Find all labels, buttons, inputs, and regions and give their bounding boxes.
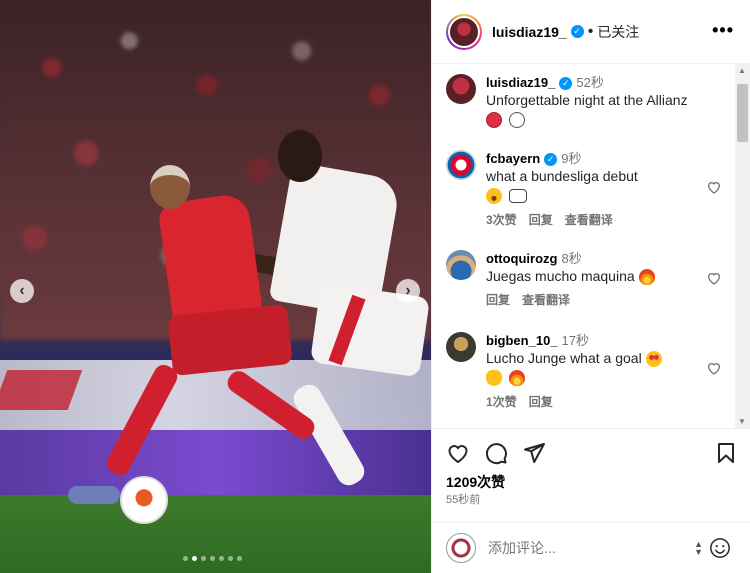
pointing-hand-icon [509,188,528,203]
avatar[interactable] [446,250,476,280]
comment-input[interactable] [488,540,668,556]
white-circle-icon [509,111,526,128]
viewer-avatar [446,533,476,563]
verified-badge-icon: ✓ [544,153,558,167]
red-circle-icon [486,111,502,128]
clapping-hands-icon [486,370,502,387]
fire-icon [638,269,655,286]
carousel-dot [210,556,215,561]
resize-stepper-icon[interactable]: ▲ ▼ [694,540,703,557]
comment-text: Lucho Junge what a goal [486,350,642,366]
action-bar [432,428,750,474]
scrollbar-thumb[interactable] [737,84,748,142]
separator-dot: • [587,22,594,40]
avatar[interactable] [446,74,476,104]
verified-badge-icon: ✓ [570,25,584,38]
comment-time: 52秒 [576,75,604,90]
author-avatar[interactable] [446,13,482,50]
carousel-dot [192,556,197,561]
comment-icon[interactable] [484,441,508,465]
comment-text: Juegas mucho maquina [486,268,635,284]
carousel-dots [183,556,242,561]
bookmark-icon[interactable] [714,441,738,465]
comment-username[interactable]: fcbayern [486,151,540,166]
post-time: 55秒前 [446,494,481,506]
scroll-down-arrow-icon[interactable]: ▼ [738,417,746,426]
carousel-dot [183,556,188,561]
star-struck-icon [645,351,662,368]
see-translation-button[interactable]: 查看翻译 [565,213,613,227]
heart-icon[interactable] [706,360,722,376]
comment-text: what a bundesliga debut [486,168,638,184]
carousel-prev-button[interactable]: ‹ [10,279,34,303]
like-count[interactable]: 1次赞 [486,395,517,409]
comment-time: 17秒 [561,333,589,348]
carousel-dot [219,556,224,561]
fire-icon [509,370,526,387]
reply-button[interactable]: 回复 [486,293,510,307]
post-photo: ‹ › [0,0,431,573]
comment-username[interactable]: ottoquirozg [486,251,557,266]
post-header: luisdiaz19_ ✓ • 已关注 ••• [432,0,750,64]
following-button[interactable]: 已关注 [597,22,639,42]
verified-badge-icon: ✓ [559,77,573,91]
carousel-next-button[interactable]: › [396,279,420,303]
carousel-dot [228,556,233,561]
carousel-dot [237,556,242,561]
comment-text: Unforgettable night at the Allianz [486,92,688,108]
football [120,476,168,524]
comment-time: 9秒 [561,151,582,166]
astonished-face-icon [486,187,502,204]
bayern-player [68,160,319,504]
share-icon[interactable] [522,441,546,465]
author-username[interactable]: luisdiaz19_ [492,24,567,40]
comment-list: luisdiaz19_ ✓ 52秒 Unforgettable night at t… [432,64,736,428]
more-options-icon[interactable]: ••• [712,20,734,41]
avatar[interactable] [446,332,476,362]
smile-icon[interactable] [709,537,731,559]
comment-scrollbar[interactable]: ▲ ▼ [735,64,750,428]
heart-icon[interactable] [706,270,722,286]
reply-button[interactable]: 回复 [529,395,553,409]
scroll-up-arrow-icon[interactable]: ▲ [738,66,746,75]
like-count-total[interactable]: 1209次赞 [446,472,505,492]
like-heart-icon[interactable] [446,441,470,465]
comment-username[interactable]: bigben_10_ [486,333,558,348]
comment-username[interactable]: luisdiaz19_ [486,75,555,90]
comment-time: 8秒 [561,251,582,266]
reply-button[interactable]: 回复 [529,213,553,227]
like-count[interactable]: 3次赞 [486,213,517,227]
post-side-panel: luisdiaz19_ ✓ • 已关注 ••• luisdiaz19_ ✓ 52秒 … [431,0,750,573]
comment-composer: ▲▼ [432,522,750,573]
avatar[interactable] [446,150,476,180]
heart-icon[interactable] [706,179,722,195]
carousel-dot [201,556,206,561]
see-translation-button[interactable]: 查看翻译 [522,293,570,307]
